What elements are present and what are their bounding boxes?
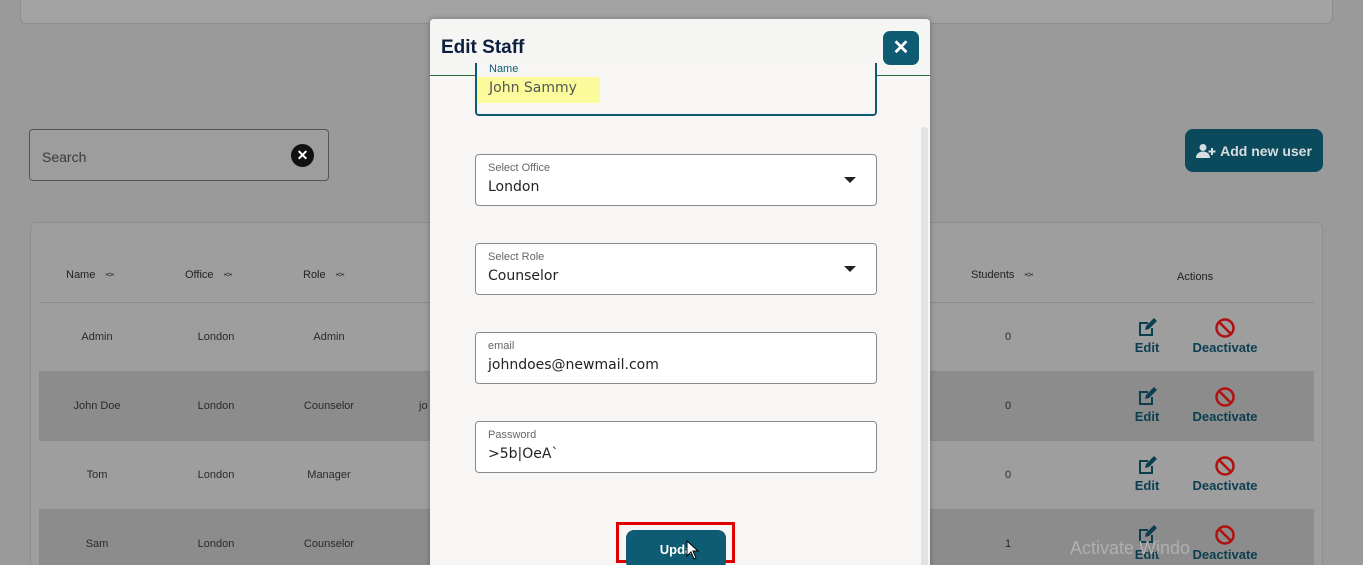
cell-students: 0 [1004, 469, 1012, 481]
header-name-label: Name [66, 269, 96, 281]
role-select-value: Counselor [488, 268, 559, 284]
header-actions: Actions [1177, 271, 1213, 283]
activate-windows-watermark: Activate Windo [1070, 538, 1191, 558]
cell-office: London [197, 400, 235, 412]
office-select[interactable]: Select Office London [475, 154, 877, 206]
header-office-label: Office [185, 269, 214, 281]
modal-scrollbar[interactable] [921, 127, 928, 565]
sort-icon: ︿ ﹀ [1024, 267, 1034, 283]
header-role[interactable]: Role ︿ ﹀ [303, 267, 345, 283]
name-field[interactable]: Name John Sammy [475, 63, 877, 116]
deactivate-button[interactable]: Deactivate [1189, 524, 1261, 562]
cell-students: 0 [1004, 400, 1012, 412]
header-office[interactable]: Office ︿ ﹀ [185, 267, 233, 283]
cell-name: Sam [85, 538, 109, 550]
cell-role: Manager [307, 469, 351, 481]
edit-label: Edit [1134, 340, 1160, 355]
header-name[interactable]: Name ︿ ﹀ [66, 267, 115, 283]
add-new-user-label: Add new user [1220, 142, 1312, 159]
edit-button[interactable]: Edit [1119, 386, 1175, 424]
deactivate-label: Deactivate [1192, 409, 1258, 424]
deactivate-button[interactable]: Deactivate [1189, 317, 1261, 355]
cell-name: Admin [81, 331, 113, 343]
sort-icon: ︿ ﹀ [105, 267, 115, 283]
deactivate-label: Deactivate [1192, 547, 1258, 562]
cell-office: London [197, 331, 235, 343]
search-input[interactable]: Search ✕ [29, 129, 329, 181]
edit-icon [1139, 456, 1157, 474]
password-field[interactable]: Password >5b|OeA` [475, 421, 877, 473]
edit-button[interactable]: Edit [1119, 455, 1175, 493]
role-select[interactable]: Select Role Counselor [475, 243, 877, 295]
clear-search-icon[interactable]: ✕ [291, 144, 314, 167]
edit-icon [1139, 318, 1157, 336]
cell-name: John Doe [73, 400, 121, 412]
cell-role: Counselor [303, 538, 355, 550]
cell-office: London [197, 538, 235, 550]
office-select-value: London [488, 179, 540, 195]
header-role-label: Role [303, 269, 326, 281]
name-field-label: Name [489, 63, 519, 75]
edit-button[interactable]: Edit [1119, 317, 1175, 355]
ban-icon [1215, 525, 1235, 545]
cell-students: 0 [1004, 331, 1012, 343]
ban-icon [1215, 456, 1235, 476]
add-new-user-button[interactable]: Add new user [1185, 129, 1323, 172]
cell-role: Admin [313, 331, 345, 343]
annotation-highlight-box: Upda [616, 522, 735, 565]
edit-staff-modal: Edit Staff ✕ Name John Sammy Select Offi… [430, 19, 930, 565]
email-field-label: email [488, 340, 515, 352]
header-actions-label: Actions [1177, 271, 1214, 283]
ban-icon [1215, 387, 1235, 407]
close-icon[interactable]: ✕ [883, 31, 919, 65]
cell-role: Counselor [303, 400, 355, 412]
deactivate-label: Deactivate [1192, 478, 1258, 493]
password-field-label: Password [488, 429, 537, 441]
office-select-label: Select Office [488, 162, 551, 174]
deactivate-label: Deactivate [1192, 340, 1258, 355]
name-field-value: John Sammy [489, 80, 577, 96]
cell-office: London [197, 469, 235, 481]
sort-icon: ︿ ﹀ [223, 267, 233, 283]
password-field-value: >5b|OeA` [488, 446, 559, 462]
header-students-label: Students [971, 269, 1015, 281]
caret-down-icon [844, 266, 856, 272]
deactivate-button[interactable]: Deactivate [1189, 386, 1261, 424]
email-field-value: johndoes@newmail.com [488, 357, 659, 373]
mouse-cursor-icon [686, 540, 700, 560]
update-button[interactable]: Upda [626, 530, 726, 565]
search-placeholder: Search [42, 149, 87, 165]
ban-icon [1215, 318, 1235, 338]
cell-name: Tom [86, 469, 108, 481]
edit-label: Edit [1134, 478, 1160, 493]
role-select-label: Select Role [488, 251, 545, 263]
edit-icon [1139, 387, 1157, 405]
header-students[interactable]: Students ︿ ﹀ [971, 267, 1034, 283]
deactivate-button[interactable]: Deactivate [1189, 455, 1261, 493]
sort-icon: ︿ ﹀ [335, 267, 345, 283]
email-field[interactable]: email johndoes@newmail.com [475, 332, 877, 384]
user-plus-icon [1196, 143, 1216, 158]
edit-label: Edit [1134, 409, 1160, 424]
modal-title: Edit Staff [441, 37, 525, 58]
cell-students: 1 [1004, 538, 1012, 550]
caret-down-icon [844, 177, 856, 183]
